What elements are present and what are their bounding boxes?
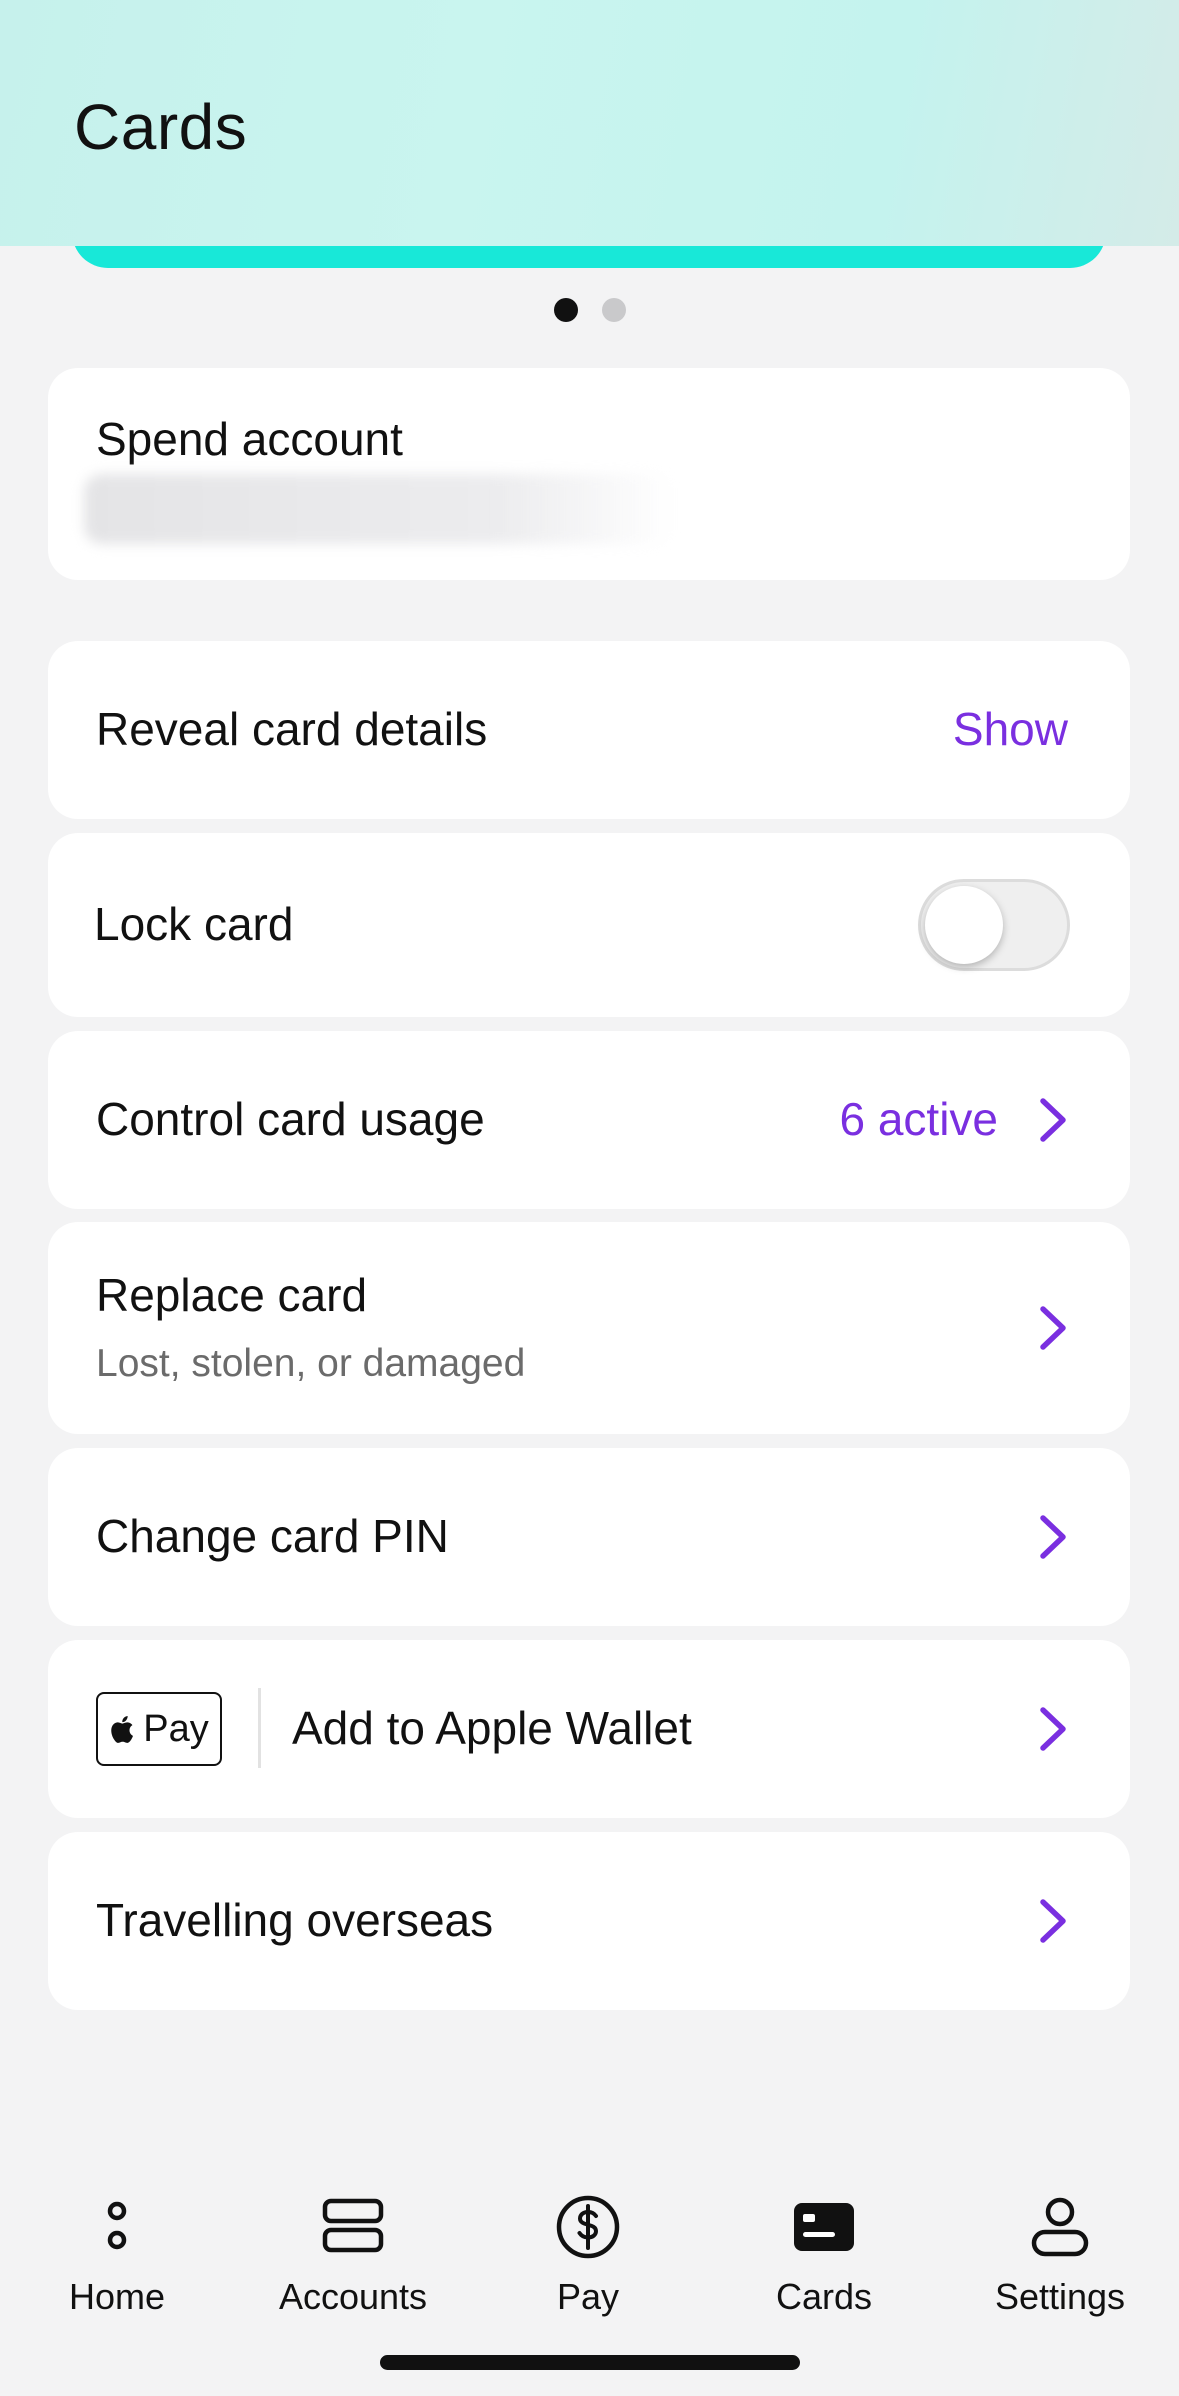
tab-pay[interactable]: Pay <box>488 2192 688 2318</box>
replace-card-row[interactable]: Replace card Lost, stolen, or damaged <box>48 1222 1130 1434</box>
toggle-knob <box>925 886 1003 964</box>
control-card-usage-label: Control card usage <box>96 1093 485 1145</box>
home-dots-icon <box>107 2201 127 2250</box>
tab-accounts[interactable]: Accounts <box>253 2192 453 2318</box>
carousel-page-indicator[interactable] <box>0 298 1179 322</box>
lock-card-toggle[interactable] <box>918 879 1070 971</box>
chevron-right-icon <box>1040 1306 1066 1350</box>
header: Cards <box>0 0 1179 246</box>
change-card-pin-row[interactable]: Change card PIN <box>48 1448 1130 1626</box>
add-to-apple-wallet-label: Add to Apple Wallet <box>292 1702 692 1754</box>
reveal-card-details-row[interactable]: Reveal card details Show <box>48 641 1130 819</box>
page-title: Cards <box>74 91 248 163</box>
account-label: Spend account <box>96 413 403 465</box>
card-icon <box>794 2203 854 2251</box>
travelling-overseas-label: Travelling overseas <box>96 1894 494 1946</box>
chevron-right-icon <box>1040 1707 1066 1751</box>
redacted-account-number <box>84 474 674 544</box>
tab-home[interactable]: Home <box>17 2192 217 2318</box>
spend-account-panel: Spend account <box>48 368 1130 580</box>
add-to-apple-wallet-row[interactable]: Pay Add to Apple Wallet <box>48 1640 1130 1818</box>
show-button[interactable]: Show <box>953 702 1068 756</box>
replace-card-label: Replace card <box>96 1269 368 1321</box>
person-icon <box>1031 2197 1089 2257</box>
page-dot-1[interactable] <box>553 298 578 322</box>
chevron-right-icon <box>1040 1899 1066 1943</box>
control-card-usage-row[interactable]: Control card usage 6 active <box>48 1031 1130 1209</box>
tab-accounts-label: Accounts <box>278 2276 428 2317</box>
lock-card-label: Lock card <box>94 898 294 950</box>
dollar-circle-icon <box>556 2195 620 2259</box>
page-dot-2[interactable] <box>601 298 626 322</box>
chevron-right-icon <box>1040 1098 1066 1142</box>
lock-card-row: Lock card <box>48 833 1130 1017</box>
tab-pay-label: Pay <box>556 2276 620 2317</box>
cards-screen: Cards Spend account Reveal card details … <box>0 0 1179 2396</box>
apple-logo-icon <box>111 1716 134 1743</box>
tab-cards[interactable]: Cards <box>724 2192 924 2318</box>
tab-settings-label: Settings <box>994 2276 1126 2317</box>
reveal-card-details-label: Reveal card details <box>96 703 488 755</box>
home-indicator[interactable] <box>380 2355 800 2370</box>
travelling-overseas-row[interactable]: Travelling overseas <box>48 1832 1130 2010</box>
apple-pay-badge: Pay <box>96 1692 222 1766</box>
apple-pay-badge-text: Pay <box>143 1707 209 1750</box>
tab-home-label: Home <box>68 2276 166 2317</box>
change-card-pin-label: Change card PIN <box>96 1510 449 1562</box>
active-controls-count: 6 active <box>839 1093 998 1145</box>
accounts-stack-icon <box>322 2198 384 2253</box>
tab-cards-label: Cards <box>775 2276 873 2317</box>
chevron-right-icon <box>1040 1515 1066 1559</box>
replace-card-subtitle: Lost, stolen, or damaged <box>96 1342 526 1385</box>
divider <box>258 1688 261 1768</box>
tab-settings[interactable]: Settings <box>960 2192 1160 2318</box>
